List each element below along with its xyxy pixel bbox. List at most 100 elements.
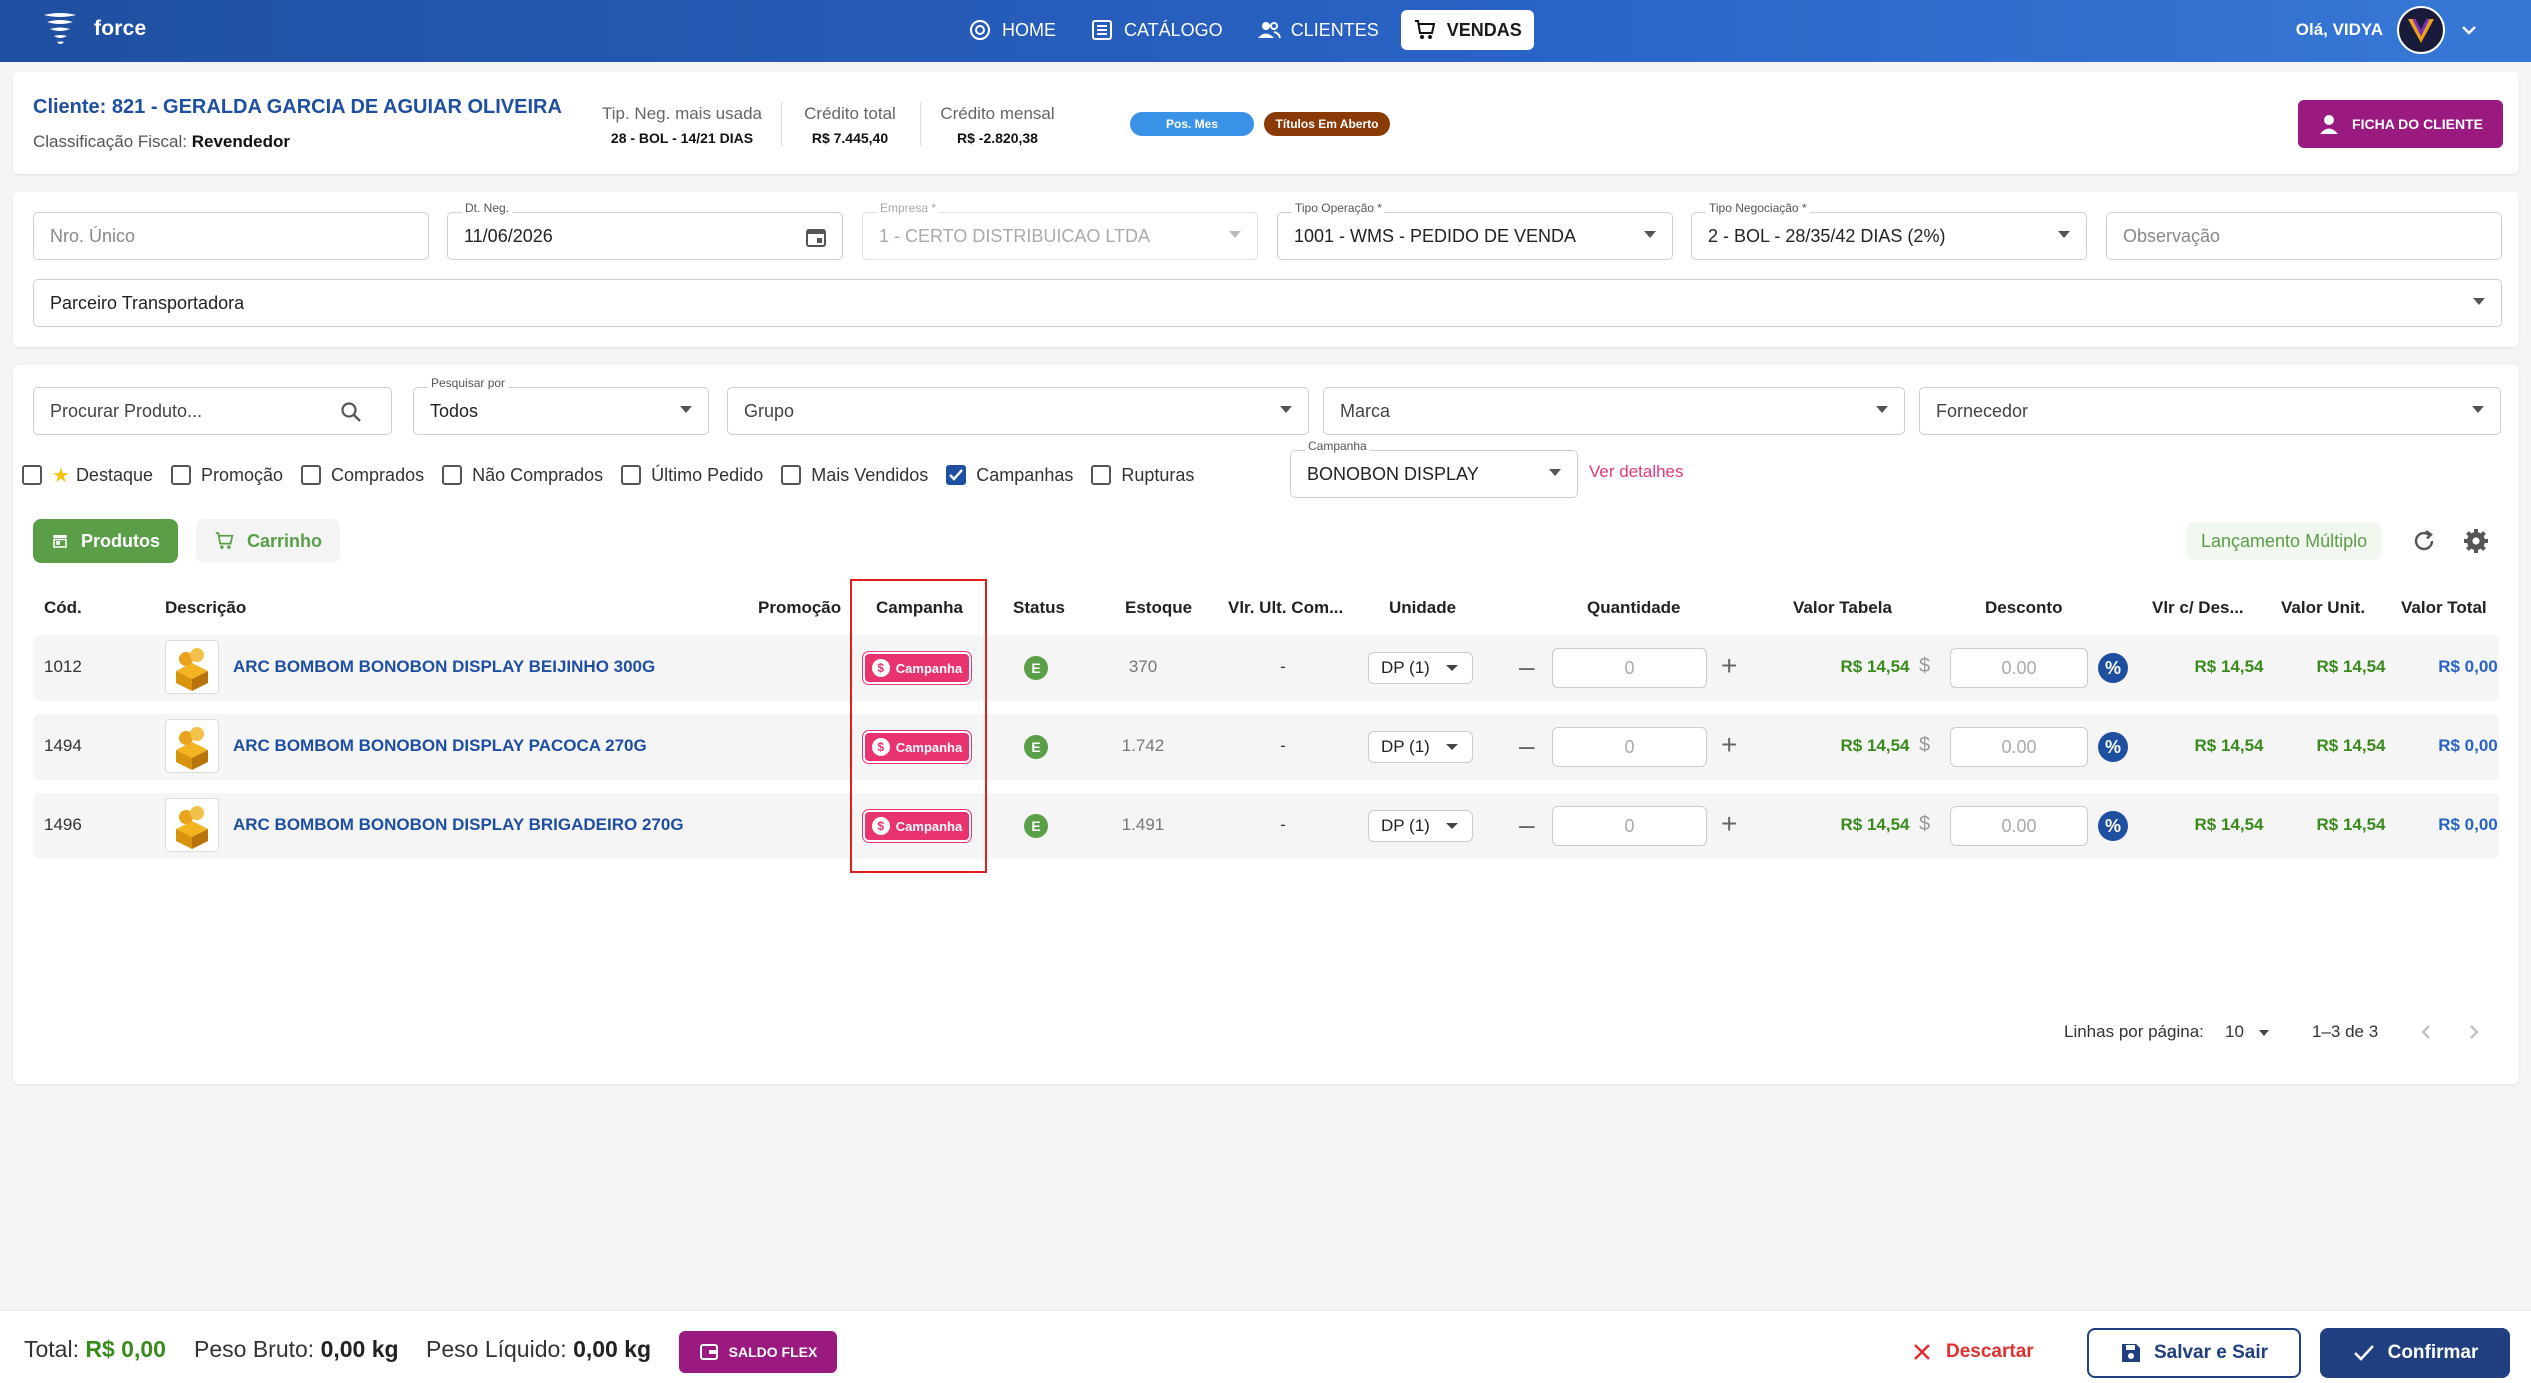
fiscal-value: Revendedor bbox=[191, 132, 290, 151]
search-icon[interactable] bbox=[339, 400, 363, 424]
rows-per-page-select[interactable]: 10 bbox=[2225, 1022, 2269, 1042]
checkbox-box[interactable] bbox=[781, 465, 802, 485]
cell-estoque: 1.742 bbox=[1121, 736, 1165, 755]
tipo-negociacao-select[interactable]: Tipo Negociação * 2 - BOL - 28/35/42 DIA… bbox=[1691, 201, 2087, 260]
col-promocao[interactable]: Promoção bbox=[758, 598, 841, 618]
quantity-input[interactable]: 0 bbox=[1552, 806, 1707, 846]
checkbox-campanhas[interactable]: Campanhas bbox=[946, 465, 1073, 486]
increment-button[interactable]: + bbox=[1721, 731, 1737, 759]
product-description-link[interactable]: ARC BOMBOM BONOBON DISPLAY BEIJINHO 300G bbox=[233, 657, 655, 677]
stat-credito-mensal-label: Crédito mensal bbox=[940, 104, 1055, 123]
checkbox-mais-vendidos[interactable]: Mais Vendidos bbox=[781, 465, 928, 486]
checkbox-destaque[interactable]: ★ Destaque bbox=[22, 463, 153, 488]
product-thumbnail[interactable] bbox=[165, 798, 219, 852]
table-row[interactable]: 1496 ARC BOMBOM BONOBON DISPLAY BRIGADEI… bbox=[33, 793, 2499, 859]
col-valor-tabela[interactable]: Valor Tabela bbox=[1793, 598, 1892, 618]
chevron-down-icon[interactable] bbox=[2459, 20, 2479, 40]
quantity-input[interactable]: 0 bbox=[1552, 648, 1707, 688]
product-description-link[interactable]: ARC BOMBOM BONOBON DISPLAY PACOCA 270G bbox=[233, 736, 647, 756]
nav-catalogo[interactable]: CATÁLOGO bbox=[1078, 10, 1235, 50]
checkbox-box[interactable] bbox=[621, 465, 642, 485]
marca-select[interactable]: Marca bbox=[1323, 387, 1905, 435]
checkbox-ultimo-pedido[interactable]: Último Pedido bbox=[621, 465, 763, 486]
checkbox-box[interactable] bbox=[1091, 465, 1112, 485]
percent-toggle-button[interactable]: % bbox=[2098, 732, 2128, 762]
lancamento-multiplo-button[interactable]: Lançamento Múltiplo bbox=[2187, 522, 2382, 560]
salvar-label: Salvar e Sair bbox=[2153, 1342, 2269, 1363]
decrement-button[interactable]: – bbox=[1519, 811, 1535, 839]
tipo-negociacao-label: Tipo Negociação * bbox=[1706, 201, 1810, 215]
avatar[interactable] bbox=[2397, 6, 2445, 54]
dollar-sign-icon: $ bbox=[1919, 734, 1931, 756]
col-status[interactable]: Status bbox=[1013, 598, 1065, 618]
brand-logo[interactable]: force bbox=[40, 9, 146, 49]
product-search-input[interactable]: Procurar Produto... bbox=[33, 387, 392, 435]
salvar-e-sair-button[interactable]: Salvar e Sair bbox=[2087, 1328, 2301, 1378]
col-vlr-c-desc[interactable]: Vlr c/ Des... bbox=[2152, 598, 2244, 618]
checkbox-box-checked[interactable] bbox=[946, 465, 967, 485]
checkbox-rupturas[interactable]: Rupturas bbox=[1091, 465, 1194, 486]
table-row[interactable]: 1012 ARC BOMBOM BONOBON DISPLAY BEIJINHO… bbox=[33, 635, 2499, 701]
increment-button[interactable]: + bbox=[1721, 810, 1737, 838]
refresh-icon[interactable] bbox=[2410, 527, 2438, 555]
ficha-cliente-button[interactable]: FICHA DO CLIENTE bbox=[2298, 100, 2503, 148]
product-thumbnail[interactable] bbox=[165, 719, 219, 773]
checkbox-box[interactable] bbox=[22, 465, 42, 485]
product-box-icon bbox=[176, 727, 208, 770]
quantity-input[interactable]: 0 bbox=[1552, 727, 1707, 767]
chevron-left-icon[interactable] bbox=[2416, 1022, 2436, 1042]
observacao-input[interactable]: Observação bbox=[2106, 212, 2502, 260]
pesquisar-por-select[interactable]: Pesquisar por Todos bbox=[413, 376, 709, 435]
checkbox-nao-comprados[interactable]: Não Comprados bbox=[442, 465, 603, 486]
nav-home[interactable]: HOME bbox=[956, 10, 1068, 50]
percent-toggle-button[interactable]: % bbox=[2098, 653, 2128, 683]
user-menu[interactable]: Olá, VIDYA bbox=[2296, 6, 2479, 54]
unidade-select[interactable]: DP (1) bbox=[1368, 810, 1473, 842]
decrement-button[interactable]: – bbox=[1519, 653, 1535, 681]
nav-clientes[interactable]: CLIENTES bbox=[1245, 10, 1391, 50]
confirmar-button[interactable]: Confirmar bbox=[2320, 1328, 2510, 1378]
col-valor-unit[interactable]: Valor Unit. bbox=[2281, 598, 2365, 618]
col-vlr-ult-com[interactable]: Vlr. Ult. Com... bbox=[1228, 598, 1343, 618]
checkbox-promocao[interactable]: Promoção bbox=[171, 465, 283, 486]
tab-produtos[interactable]: Produtos bbox=[33, 519, 178, 563]
fornecedor-select[interactable]: Fornecedor bbox=[1919, 387, 2501, 435]
chevron-right-icon[interactable] bbox=[2464, 1022, 2484, 1042]
decrement-button[interactable]: – bbox=[1519, 732, 1535, 760]
col-descricao[interactable]: Descrição bbox=[165, 598, 246, 618]
percent-toggle-button[interactable]: % bbox=[2098, 811, 2128, 841]
calendar-icon[interactable] bbox=[804, 225, 828, 249]
unidade-select[interactable]: DP (1) bbox=[1368, 652, 1473, 684]
product-description-link[interactable]: ARC BOMBOM BONOBON DISPLAY BRIGADEIRO 27… bbox=[233, 815, 684, 835]
dt-neg-field[interactable]: Dt. Neg. 11/06/2026 bbox=[447, 201, 843, 260]
nro-unico-input[interactable]: Nro. Único bbox=[33, 212, 429, 260]
descartar-button[interactable]: Descartar bbox=[1912, 1331, 2034, 1373]
col-desconto[interactable]: Desconto bbox=[1985, 598, 2062, 618]
checkbox-box[interactable] bbox=[171, 465, 191, 485]
saldo-flex-button[interactable]: SALDO FLEX bbox=[679, 1331, 837, 1373]
col-unidade[interactable]: Unidade bbox=[1389, 598, 1456, 618]
unidade-select[interactable]: DP (1) bbox=[1368, 731, 1473, 763]
discount-input[interactable]: 0.00 bbox=[1950, 806, 2088, 846]
checkbox-box[interactable] bbox=[442, 465, 463, 485]
footer-peso-bruto: Peso Bruto: 0,00 kg bbox=[194, 1336, 399, 1363]
grupo-select[interactable]: Grupo bbox=[727, 387, 1309, 435]
tab-carrinho[interactable]: Carrinho bbox=[196, 519, 340, 563]
checkbox-comprados[interactable]: Comprados bbox=[301, 465, 424, 486]
table-row[interactable]: 1494 ARC BOMBOM BONOBON DISPLAY PACOCA 2… bbox=[33, 714, 2499, 780]
col-estoque[interactable]: Estoque bbox=[1125, 598, 1192, 618]
nav-vendas[interactable]: VENDAS bbox=[1400, 10, 1534, 50]
parceiro-transportadora-select[interactable]: Parceiro Transportadora bbox=[33, 279, 2502, 327]
tipo-operacao-select[interactable]: Tipo Operação * 1001 - WMS - PEDIDO DE V… bbox=[1277, 201, 1673, 260]
col-valor-total[interactable]: Valor Total bbox=[2401, 598, 2487, 618]
ver-detalhes-link[interactable]: Ver detalhes bbox=[1589, 462, 1684, 482]
col-cod[interactable]: Cód. bbox=[44, 598, 82, 618]
checkbox-box[interactable] bbox=[301, 465, 322, 485]
increment-button[interactable]: + bbox=[1721, 652, 1737, 680]
col-quantidade[interactable]: Quantidade bbox=[1587, 598, 1681, 618]
campanha-select[interactable]: Campanha BONOBON DISPLAY bbox=[1290, 439, 1578, 498]
settings-gear-icon[interactable] bbox=[2462, 527, 2490, 555]
discount-input[interactable]: 0.00 bbox=[1950, 727, 2088, 767]
product-thumbnail[interactable] bbox=[165, 640, 219, 694]
discount-input[interactable]: 0.00 bbox=[1950, 648, 2088, 688]
